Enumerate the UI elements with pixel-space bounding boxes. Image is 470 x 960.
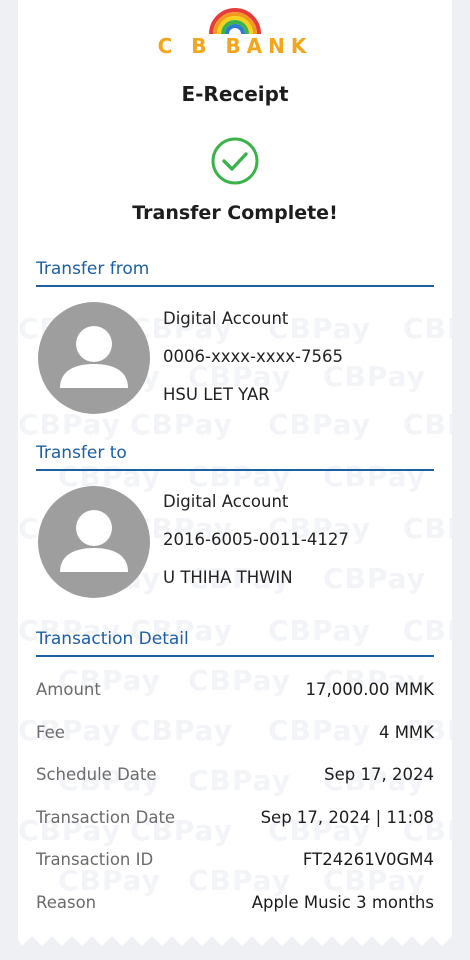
detail-value: 17,000.00 MMK — [305, 680, 434, 699]
transaction-detail-heading: Transaction Detail — [36, 629, 434, 657]
bank-logo: C B BANK — [18, 6, 452, 58]
receiver-account-type: Digital Account — [163, 492, 289, 511]
detail-label: Schedule Date — [36, 765, 157, 784]
check-circle-icon — [211, 137, 259, 185]
detail-value: FT24261V0GM4 — [302, 850, 434, 869]
bank-name: C B BANK — [157, 34, 313, 58]
detail-label: Transaction Date — [36, 808, 176, 827]
detail-row-amount: Amount 17,000.00 MMK — [36, 680, 434, 710]
status-text: Transfer Complete! — [132, 202, 338, 224]
detail-row-transaction-date: Transaction Date Sep 17, 2024 | 11:08 — [36, 808, 434, 838]
detail-row-schedule-date: Schedule Date Sep 17, 2024 — [36, 765, 434, 795]
detail-row-reason: Reason Apple Music 3 months — [36, 893, 434, 923]
receiver-name: U THIHA THWIN — [163, 568, 293, 587]
watermark-text: CBPay — [403, 512, 452, 545]
receiver-avatar-icon — [38, 486, 150, 598]
transfer-from-heading: Transfer from — [36, 259, 434, 287]
detail-row-transaction-id: Transaction ID FT24261V0GM4 — [36, 850, 434, 880]
detail-label: Reason — [36, 893, 97, 912]
transfer-to-heading: Transfer to — [36, 443, 434, 471]
page-title: E-Receipt — [181, 82, 289, 106]
watermark-text: CBPay — [268, 408, 371, 441]
watermark-text: CBPay — [403, 312, 452, 345]
watermark-text: CBPay — [323, 562, 426, 595]
detail-label: Transaction ID — [36, 850, 154, 869]
sender-account-type: Digital Account — [163, 309, 289, 328]
receiver-account-number: 2016-6005-0011-4127 — [163, 530, 349, 549]
rainbow-icon — [209, 8, 261, 35]
detail-value: Apple Music 3 months — [251, 893, 434, 912]
receipt-torn-edge — [18, 922, 452, 946]
detail-value: Sep 17, 2024 — [324, 765, 434, 784]
watermark-text: CBPay — [403, 408, 452, 441]
receipt-card: CBPay CBPay CBPay CBPay CBPay CBPay CBPa… — [18, 0, 452, 936]
sender-avatar-icon — [38, 302, 150, 414]
detail-label: Fee — [36, 723, 65, 742]
detail-value: 4 MMK — [378, 723, 434, 742]
detail-row-fee: Fee 4 MMK — [36, 723, 434, 753]
sender-name: HSU LET YAR — [163, 385, 270, 404]
detail-label: Amount — [36, 680, 101, 699]
sender-account-number: 0006-xxxx-xxxx-7565 — [163, 347, 343, 366]
detail-value: Sep 17, 2024 | 11:08 — [260, 808, 434, 827]
